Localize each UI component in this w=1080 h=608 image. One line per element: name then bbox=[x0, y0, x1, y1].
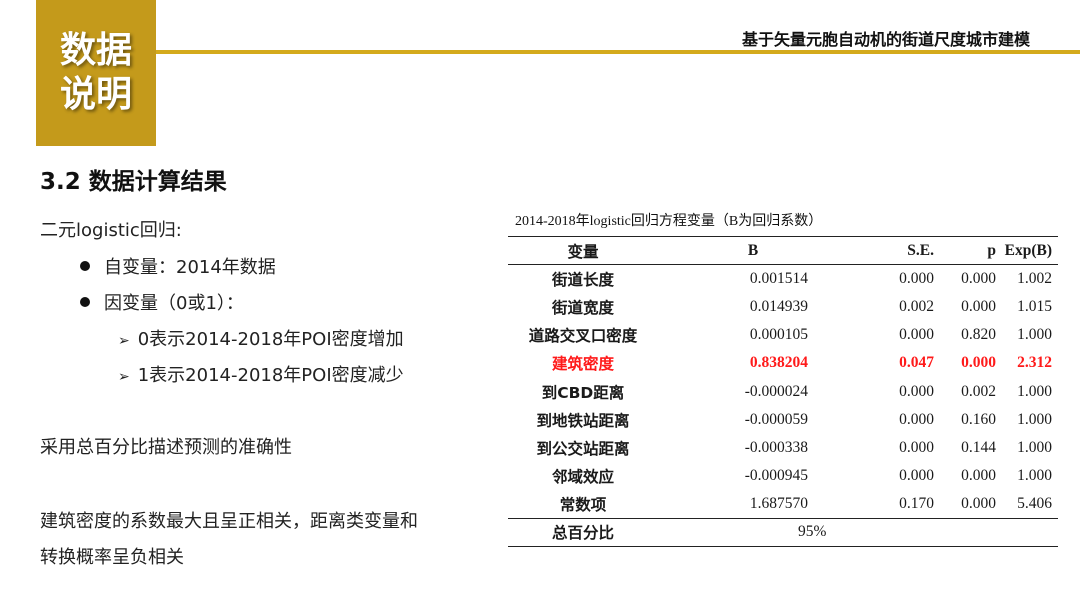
table-header-row: 变量 B S.E. p Exp(B) bbox=[508, 236, 1058, 265]
cell-variable: 街道长度 bbox=[551, 271, 614, 290]
bullet-dot-icon bbox=[80, 261, 90, 271]
cell-expb: 1.000 bbox=[1017, 382, 1052, 400]
cell-variable: 邻域效应 bbox=[551, 468, 614, 487]
sub-bullet-increase-label: 0表示2014-2018年POI密度增加 bbox=[137, 329, 404, 350]
table-row: 到地铁站距离 -0.000059 0.000 0.160 1.000 bbox=[508, 406, 1058, 434]
cell-p: 0.000 bbox=[961, 467, 996, 485]
intro-text: 二元logistic回归: bbox=[40, 220, 182, 241]
cell-expb: 5.406 bbox=[1017, 495, 1052, 513]
header-variable: 变量 bbox=[567, 243, 599, 261]
cell-p: 0.002 bbox=[961, 382, 996, 400]
accuracy-text: 采用总百分比描述预测的准确性 bbox=[40, 437, 292, 458]
cell-p: 0.000 bbox=[961, 297, 996, 315]
table-row: 邻域效应 -0.000945 0.000 0.000 1.000 bbox=[508, 462, 1058, 490]
cell-variable: 到CBD距离 bbox=[541, 383, 625, 402]
header-b: B bbox=[747, 241, 759, 259]
slide-header-title: 基于矢量元胞自动机的街道尺度城市建模 bbox=[741, 30, 1030, 49]
cell-variable: 常数项 bbox=[559, 496, 607, 515]
sub-bullet-decrease: ➢ 1表示2014-2018年POI密度减少 bbox=[118, 361, 404, 387]
table-row: 街道宽度 0.014939 0.002 0.000 1.015 bbox=[508, 293, 1058, 321]
cell-b: 1.687570 bbox=[749, 495, 808, 513]
arrow-right-icon: ➢ bbox=[118, 333, 130, 349]
bullet-dependent: 因变量（0或1）： bbox=[80, 289, 244, 315]
cell-b: -0.000338 bbox=[744, 438, 808, 456]
cell-expb: 1.015 bbox=[1017, 297, 1052, 315]
cell-se: 0.000 bbox=[899, 270, 934, 288]
table-row: 到CBD距离 -0.000024 0.000 0.002 1.000 bbox=[508, 377, 1058, 405]
sub-bullet-increase: ➢ 0表示2014-2018年POI密度增加 bbox=[118, 325, 404, 351]
badge-line-1: 数据 bbox=[59, 30, 132, 71]
header-expb: Exp(B) bbox=[1004, 241, 1052, 259]
header-se: S.E. bbox=[907, 241, 934, 259]
bullet-dependent-label: 因变量（0或1）： bbox=[104, 293, 244, 314]
table-row-highlighted: 建筑密度 0.838204 0.047 0.000 2.312 bbox=[508, 349, 1058, 377]
total-value: 95% bbox=[798, 523, 827, 541]
cell-b: -0.000945 bbox=[744, 467, 808, 485]
cell-p: 0.144 bbox=[961, 438, 996, 456]
cell-b: 0.014939 bbox=[749, 297, 808, 315]
bullet-independent-label: 自变量：2014年数据 bbox=[104, 257, 276, 278]
bullet-dot-icon bbox=[80, 297, 90, 307]
cell-expb: 1.000 bbox=[1017, 438, 1052, 456]
header-p: p bbox=[987, 241, 996, 259]
section-title: 3.2 数据计算结果 bbox=[40, 169, 227, 195]
cell-expb: 1.002 bbox=[1017, 270, 1052, 288]
cell-se: 0.000 bbox=[899, 467, 934, 485]
cell-variable: 建筑密度 bbox=[551, 355, 614, 374]
cell-se: 0.000 bbox=[899, 410, 934, 428]
header-divider bbox=[156, 50, 1080, 54]
conclusion-line-2: 转换概率呈负相关 bbox=[40, 547, 184, 568]
cell-p: 0.000 bbox=[961, 270, 996, 288]
table-row: 道路交叉口密度 0.000105 0.000 0.820 1.000 bbox=[508, 321, 1058, 349]
cell-se: 0.002 bbox=[899, 297, 934, 315]
cell-expb: 1.000 bbox=[1017, 410, 1052, 428]
cell-expb: 1.000 bbox=[1017, 467, 1052, 485]
cell-b: 0.001514 bbox=[749, 270, 808, 288]
cell-b: -0.000024 bbox=[744, 382, 808, 400]
section-badge: 数据 说明 bbox=[36, 0, 156, 146]
cell-p: 0.160 bbox=[961, 410, 996, 428]
cell-variable: 到公交站距离 bbox=[536, 439, 630, 458]
cell-p: 0.000 bbox=[961, 495, 996, 513]
table-row: 到公交站距离 -0.000338 0.000 0.144 1.000 bbox=[508, 434, 1058, 462]
regression-table: 变量 B S.E. p Exp(B) 街道长度 0.001514 0.000 0… bbox=[508, 236, 1058, 547]
table-row: 常数项 1.687570 0.170 0.000 5.406 bbox=[508, 490, 1058, 518]
cell-se: 0.000 bbox=[899, 326, 934, 344]
cell-p: 0.000 bbox=[961, 354, 996, 372]
cell-variable: 街道宽度 bbox=[551, 298, 614, 317]
cell-se: 0.047 bbox=[899, 354, 934, 372]
cell-se: 0.000 bbox=[899, 438, 934, 456]
table-row: 街道长度 0.001514 0.000 0.000 1.002 bbox=[508, 265, 1058, 293]
table-total-row: 总百分比 95% bbox=[508, 518, 1058, 547]
cell-b: 0.000105 bbox=[749, 326, 808, 344]
cell-b: 0.838204 bbox=[749, 354, 808, 372]
table-caption: 2014-2018年logistic回归方程变量（B为回归系数） bbox=[515, 214, 823, 229]
cell-variable: 到地铁站距离 bbox=[536, 411, 630, 430]
sub-bullet-decrease-label: 1表示2014-2018年POI密度减少 bbox=[137, 365, 404, 386]
cell-se: 0.170 bbox=[899, 495, 934, 513]
conclusion-line-1: 建筑密度的系数最大且呈正相关，距离类变量和 bbox=[40, 511, 418, 532]
badge-line-2: 说明 bbox=[59, 74, 132, 115]
total-label: 总百分比 bbox=[551, 524, 614, 543]
bullet-independent: 自变量：2014年数据 bbox=[80, 253, 276, 279]
arrow-right-icon: ➢ bbox=[118, 369, 130, 385]
cell-p: 0.820 bbox=[961, 326, 996, 344]
cell-se: 0.000 bbox=[899, 382, 934, 400]
cell-expb: 2.312 bbox=[1017, 354, 1052, 372]
cell-expb: 1.000 bbox=[1017, 326, 1052, 344]
cell-b: -0.000059 bbox=[744, 410, 808, 428]
cell-variable: 道路交叉口密度 bbox=[528, 327, 638, 346]
